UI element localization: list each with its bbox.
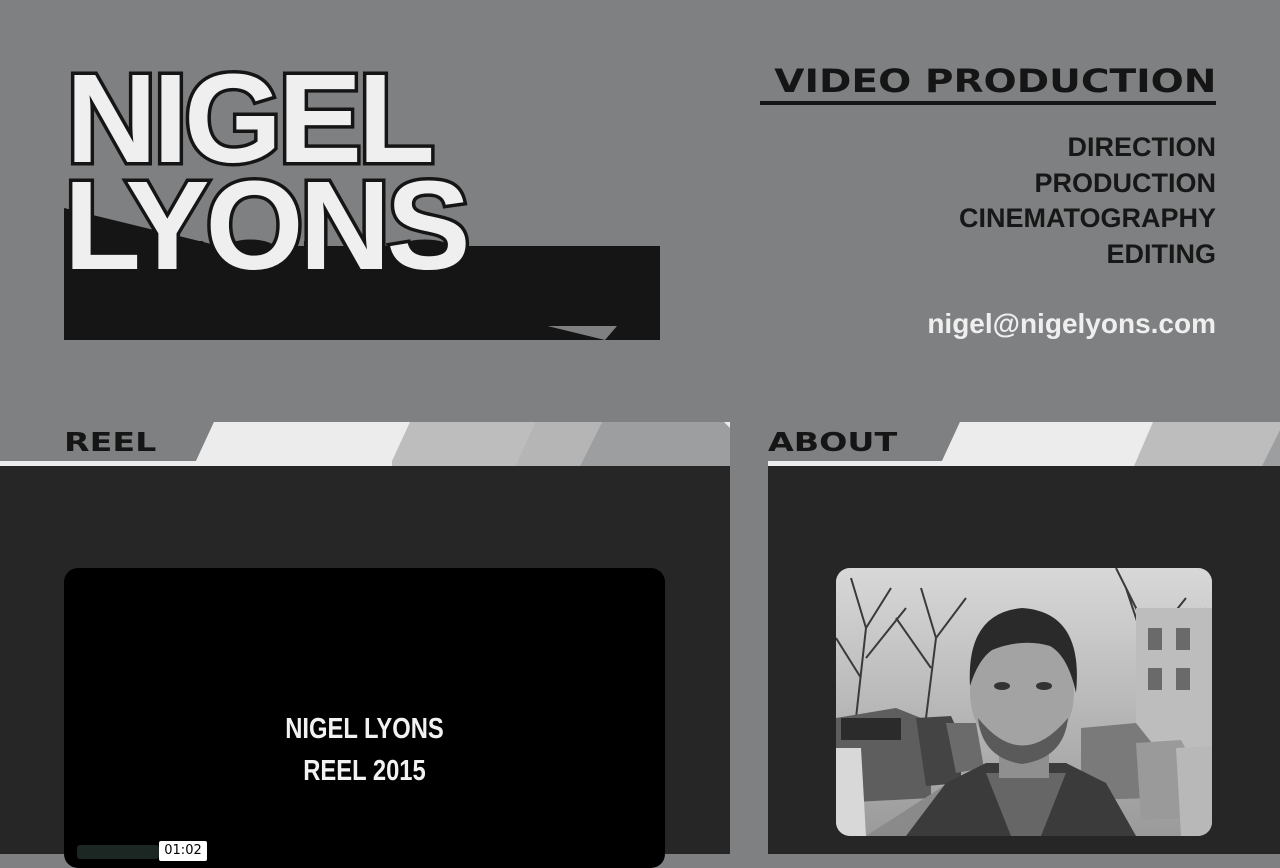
video-progress-bar[interactable] — [77, 845, 159, 859]
service-list: DIRECTION PRODUCTION CINEMATOGRAPHY EDIT… — [736, 130, 1216, 272]
video-title: NIGEL LYONS REEL 2015 — [118, 708, 611, 792]
reel-section-tab: REEL — [0, 420, 730, 466]
service-item: PRODUCTION — [1034, 167, 1217, 198]
logo-line-2: LYONS — [64, 155, 466, 296]
services-block: VIDEO PRODUCTION DIRECTION PRODUCTION CI… — [736, 62, 1216, 340]
about-section-tab: ABOUT — [768, 420, 1280, 466]
about-section-label: ABOUT — [768, 428, 898, 458]
reel-section-label: REEL — [64, 428, 157, 458]
service-item: DIRECTION — [1067, 132, 1217, 162]
email-link[interactable]: nigel@nigelyons.com — [927, 308, 1216, 340]
video-time: 01:02 — [159, 841, 207, 861]
video-title-line-1: NIGEL LYONS — [285, 713, 444, 745]
service-item: EDITING — [1106, 238, 1216, 269]
video-title-line-2: REEL 2015 — [303, 755, 426, 787]
portrait-image — [836, 568, 1212, 836]
portrait-photo — [836, 568, 1212, 836]
logo-text: NIGEL LYONS — [61, 58, 474, 300]
services-title: VIDEO PRODUCTION — [773, 62, 1216, 100]
services-divider — [760, 101, 1216, 105]
service-item: CINEMATOGRAPHY — [958, 203, 1216, 233]
reel-video-player[interactable]: NIGEL LYONS REEL 2015 01:02 — [64, 568, 665, 868]
logo[interactable]: LYONS NIGEL LYONS — [60, 58, 670, 348]
